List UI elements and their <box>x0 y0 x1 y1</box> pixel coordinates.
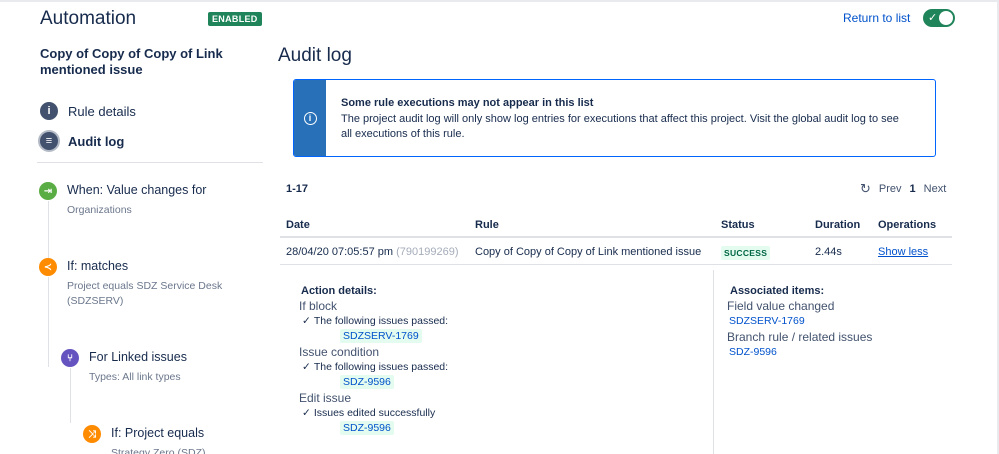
branch-rule-label: Branch rule / related issues <box>727 330 873 344</box>
issue-link-sdzserv-1769[interactable]: SDZSERV-1769 <box>340 329 422 343</box>
issue-link-sdz-9596[interactable]: SDZ-9596 <box>340 375 394 389</box>
component-branch-condition[interactable]: ⤨ If: Project equals Strategy Zero (SDZ) <box>83 425 263 454</box>
associated-issue-link[interactable]: SDZSERV-1769 <box>729 315 805 327</box>
info-icon: i <box>40 102 58 120</box>
prev-button[interactable]: Prev <box>879 183 902 195</box>
row-rule: Copy of Copy of Copy of Link mentioned i… <box>475 246 702 258</box>
component-condition[interactable]: ≺ If: matches Project equals SDZ Service… <box>39 258 259 310</box>
return-to-list-link[interactable]: Return to list <box>843 11 910 25</box>
notice-body: The project audit log will only show log… <box>341 113 899 140</box>
field-value-changed-label: Field value changed <box>727 299 835 313</box>
component-title: For Linked issues <box>89 350 187 364</box>
issue-condition-message: ✓ The following issues passed: <box>302 361 448 373</box>
list-icon: ≡ <box>40 132 58 150</box>
toggle-knob <box>939 11 953 25</box>
check-icon: ✓ <box>302 361 311 373</box>
row-date: 28/04/20 07:05:57 pm (790199269) <box>286 246 458 258</box>
if-block-label: If block <box>299 299 338 313</box>
issue-condition-label: Issue condition <box>299 345 380 359</box>
sidebar-divider <box>37 162 263 163</box>
edit-issue-label: Edit issue <box>299 391 352 405</box>
component-title: If: matches <box>67 259 129 273</box>
nav-rule-details[interactable]: i Rule details <box>40 102 136 120</box>
associated-items-heading: Associated items: <box>730 285 825 297</box>
branch-icon: ⑂ <box>61 349 79 367</box>
column-header-duration: Duration <box>815 219 861 231</box>
action-details-heading: Action details: <box>301 285 377 297</box>
shuffle-icon: ⤨ <box>83 425 101 443</box>
nav-label: Audit log <box>68 133 125 149</box>
next-button[interactable]: Next <box>924 183 947 195</box>
component-subtitle: Project equals SDZ Service Desk (SDZSERV… <box>67 280 223 307</box>
info-icon: i <box>303 111 317 125</box>
check-icon: ✓ <box>302 315 311 327</box>
status-badge: SUCCESS <box>721 246 771 260</box>
if-block-message-text: The following issues passed: <box>313 315 449 327</box>
refresh-icon[interactable]: ↻ <box>860 181 871 197</box>
rule-name: Copy of Copy of Copy of Link mentioned i… <box>40 46 223 77</box>
component-subtitle: Types: All link types <box>89 371 181 383</box>
row-duration: 2.44s <box>815 246 842 258</box>
info-notice: i Some rule executions may not appear in… <box>293 79 936 157</box>
rule-enabled-toggle[interactable]: ✓ <box>923 9 955 27</box>
column-header-status: Status <box>721 219 755 231</box>
notice-title: Some rule executions may not appear in t… <box>341 97 594 109</box>
page-title: Audit log <box>278 45 352 66</box>
table-header-divider <box>280 236 952 238</box>
check-icon: ✓ <box>302 407 311 419</box>
top-border <box>0 0 999 2</box>
row-date-value: 28/04/20 07:05:57 pm <box>286 246 394 258</box>
current-page[interactable]: 1 <box>910 183 916 195</box>
details-divider <box>713 270 714 454</box>
edit-issue-message-text: Issues edited successfully <box>313 407 436 419</box>
issue-link-sdz-9596[interactable]: SDZ-9596 <box>340 421 394 435</box>
issue-condition-message-text: The following issues passed: <box>313 361 449 373</box>
nav-label: Rule details <box>68 103 136 119</box>
result-range: 1-17 <box>286 183 309 195</box>
edit-issue-message: ✓ Issues edited successfully <box>302 407 435 419</box>
component-title: If: Project equals <box>111 426 205 440</box>
if-block-message: ✓ The following issues passed: <box>302 315 448 327</box>
table-row-divider <box>280 264 952 265</box>
column-header-rule: Rule <box>475 219 499 231</box>
column-header-operations: Operations <box>878 219 937 231</box>
show-less-link[interactable]: Show less <box>878 246 928 258</box>
check-icon: ✓ <box>928 12 938 24</box>
component-branch[interactable]: ⑂ For Linked issues Types: All link type… <box>61 349 261 389</box>
enabled-badge: ENABLED <box>208 12 262 26</box>
component-subtitle: Strategy Zero (SDZ) <box>111 447 206 454</box>
share-icon: ≺ <box>39 258 57 276</box>
pagination: ↻ Prev 1 Next <box>860 181 946 197</box>
component-title: When: Value changes for <box>67 183 207 197</box>
component-subtitle: Organizations <box>67 204 132 216</box>
nav-audit-log[interactable]: ≡ Audit log <box>40 132 124 150</box>
trigger-icon: ⇥ <box>39 182 57 200</box>
column-header-date: Date <box>286 219 310 231</box>
component-trigger[interactable]: ⇥ When: Value changes for Organizations <box>39 182 259 222</box>
notice-strip: i <box>294 80 326 156</box>
associated-issue-link[interactable]: SDZ-9596 <box>729 346 777 358</box>
row-execution-id: (790199269) <box>396 246 459 258</box>
app-title: Automation <box>40 8 137 29</box>
